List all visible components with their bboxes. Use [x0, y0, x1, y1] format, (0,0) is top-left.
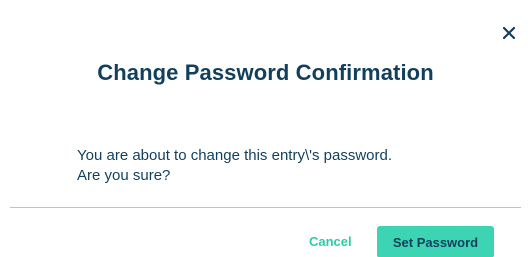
footer-divider: [10, 207, 521, 208]
dialog-message-line-1: You are about to change this entry\'s pa…: [77, 147, 393, 164]
dialog-message-line-2: Are you sure?: [77, 167, 171, 184]
cancel-button[interactable]: Cancel: [300, 228, 361, 256]
set-password-button[interactable]: Set Password: [377, 226, 494, 257]
change-password-dialog: Change Password Confirmation You are abo…: [0, 0, 531, 257]
dialog-message: You are about to change this entry\'s pa…: [77, 146, 497, 186]
close-icon: [503, 27, 515, 39]
dialog-title: Change Password Confirmation: [97, 60, 434, 85]
close-button[interactable]: [498, 22, 520, 44]
